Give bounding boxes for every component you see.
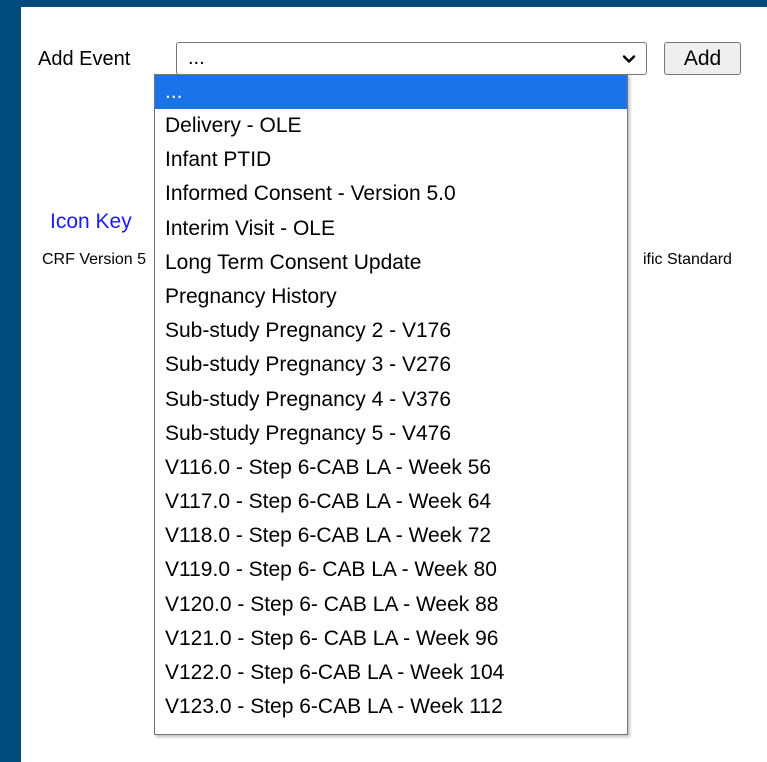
add-event-select[interactable]: ... <box>176 42 647 75</box>
dropdown-option[interactable]: Delivery - OLE <box>155 109 627 143</box>
dropdown-option[interactable]: V123.0 - Step 6-CAB LA - Week 112 <box>155 690 627 724</box>
chevron-down-icon <box>622 55 636 63</box>
dropdown-option[interactable]: Sub-study Pregnancy 3 - V276 <box>155 348 627 382</box>
dropdown-option[interactable]: ... <box>155 75 627 109</box>
dropdown-option[interactable]: Infant PTID <box>155 143 627 177</box>
dropdown-option[interactable]: V121.0 - Step 6- CAB LA - Week 96 <box>155 622 627 656</box>
add-button[interactable]: Add <box>664 42 741 75</box>
dropdown-option[interactable]: Informed Consent - Version 5.0 <box>155 177 627 211</box>
dropdown-option[interactable]: V122.0 - Step 6-CAB LA - Week 104 <box>155 656 627 690</box>
dropdown-option[interactable]: Interim Visit - OLE <box>155 212 627 246</box>
dropdown-option[interactable]: Sub-study Pregnancy 5 - V476 <box>155 417 627 451</box>
dropdown-option[interactable]: V119.0 - Step 6- CAB LA - Week 80 <box>155 553 627 587</box>
dropdown-option[interactable]: V120.0 - Step 6- CAB LA - Week 88 <box>155 588 627 622</box>
add-event-label: Add Event <box>38 48 131 70</box>
dropdown-option[interactable]: Sub-study Pregnancy 2 - V176 <box>155 314 627 348</box>
dropdown-option[interactable]: Long Term Consent Update <box>155 246 627 280</box>
dropdown-option[interactable]: V117.0 - Step 6-CAB LA - Week 64 <box>155 485 627 519</box>
specific-standard-text: ific Standard <box>643 251 732 268</box>
dropdown-option[interactable]: V118.0 - Step 6-CAB LA - Week 72 <box>155 519 627 553</box>
crf-version-text: CRF Version 5 <box>42 251 147 268</box>
dropdown-option[interactable]: Pregnancy History <box>155 280 627 314</box>
icon-key-link[interactable]: Icon Key <box>50 210 132 234</box>
dropdown-option[interactable]: Sub-study Pregnancy 4 - V376 <box>155 383 627 417</box>
dropdown-option[interactable]: V116.0 - Step 6-CAB LA - Week 56 <box>155 451 627 485</box>
select-current-value: ... <box>188 47 205 69</box>
add-event-dropdown-list[interactable]: ... Delivery - OLE Infant PTID Informed Con… <box>154 74 628 735</box>
